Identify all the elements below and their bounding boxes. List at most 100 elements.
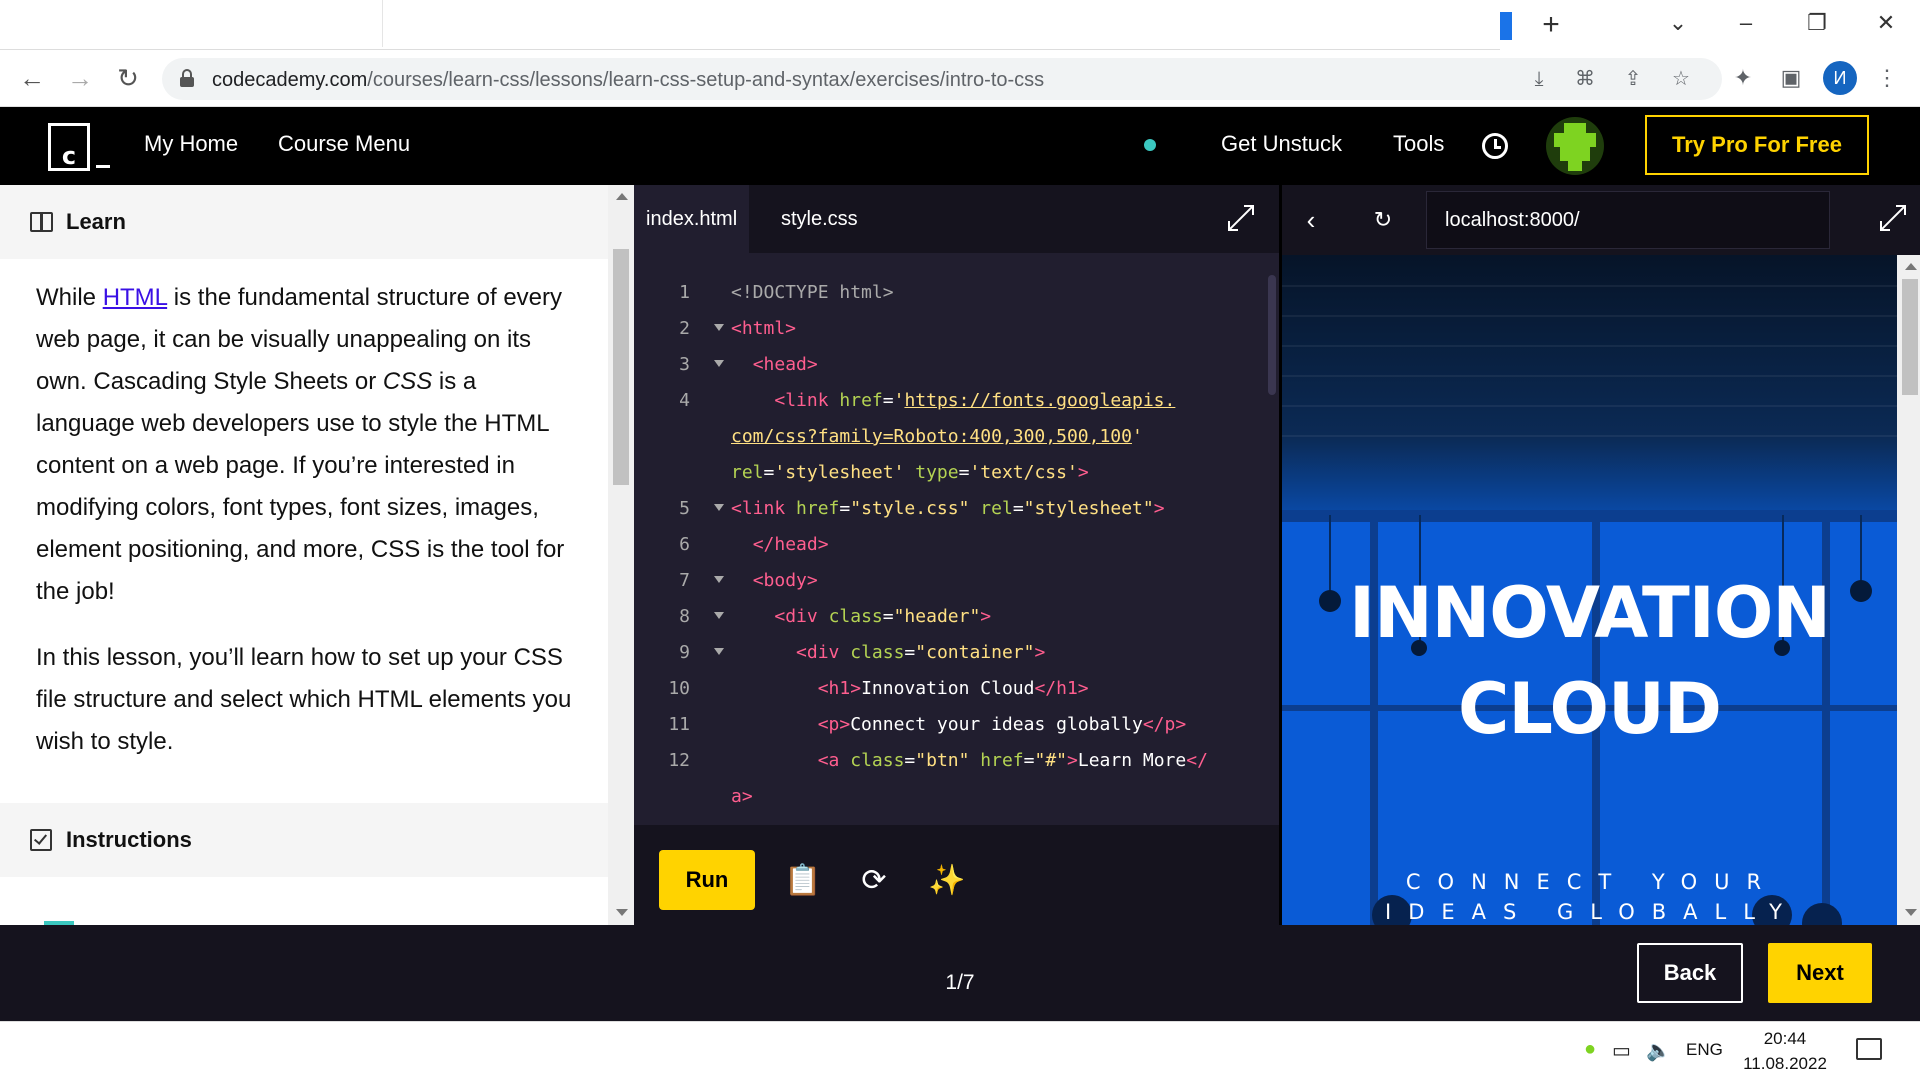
editor-scroll-thumb[interactable] <box>1268 275 1276 395</box>
preview-url-field[interactable]: localhost:8000/ <box>1426 191 1830 249</box>
address-bar[interactable]: codecademy.com/courses/learn-css/lessons… <box>162 58 1722 100</box>
scroll-down-arrow-icon[interactable] <box>1905 909 1917 916</box>
site-header: c My Home Course Menu Get Unstuck Tools … <box>0 107 1920 185</box>
code-line: rel='stylesheet' type='text/css'> <box>731 462 1089 483</box>
code-line: 6 </head> <box>679 534 829 555</box>
lesson-text: While HTML is the fundamental structure … <box>36 277 576 787</box>
code-line: 7 <body> <box>679 570 818 591</box>
translate-icon[interactable]: ⌘ <box>1572 66 1598 92</box>
logo-underscore <box>96 165 110 168</box>
scroll-thumb[interactable] <box>613 249 629 485</box>
back-button[interactable]: Back <box>1637 943 1743 1003</box>
scroll-up-arrow-icon[interactable] <box>1905 263 1917 270</box>
profile-avatar[interactable]: И <box>1823 61 1857 95</box>
checkbox-icon <box>30 829 52 851</box>
reload-icon[interactable]: ↻ <box>112 62 144 94</box>
code-line: 3 <head> <box>679 354 818 375</box>
url-text: codecademy.com/courses/learn-css/lessons… <box>212 69 1045 91</box>
minimize-button[interactable]: – <box>1726 8 1766 38</box>
browser-tabstrip: + ⌄ – ❐ ✕ <box>0 0 1920 50</box>
tab-style-css[interactable]: style.css <box>769 185 870 253</box>
fold-arrow-icon[interactable] <box>714 360 724 367</box>
scroll-thumb[interactable] <box>1902 279 1918 395</box>
preview-scrollbar[interactable] <box>1897 255 1920 925</box>
tray-app-icon[interactable]: ● <box>1584 1038 1596 1061</box>
code-line: 5 <link href="style.css" rel="stylesheet"… <box>679 498 1165 519</box>
fold-arrow-icon[interactable] <box>714 576 724 583</box>
code-line: 4 <link href='https://fonts.googleapis. <box>679 390 1176 411</box>
fold-arrow-icon[interactable] <box>714 324 724 331</box>
language-indicator[interactable]: ENG <box>1686 1040 1723 1060</box>
lesson-paragraph-1: While HTML is the fundamental structure … <box>36 284 565 605</box>
copy-clipboard-icon[interactable]: 📋 <box>784 863 821 899</box>
run-button[interactable]: Run <box>659 850 755 910</box>
hero-background-top <box>1282 255 1897 515</box>
share-icon[interactable]: ⇪ <box>1620 66 1646 92</box>
code-lines[interactable]: 1 <!DOCTYPE html> 2 <html> 3 <head> 4 <lin… <box>634 275 1254 815</box>
code-line: com/css?family=Roboto:400,300,500,100' <box>731 426 1143 447</box>
format-magic-wand-icon[interactable]: ✨ <box>928 863 965 899</box>
alarm-clock-icon[interactable] <box>1478 127 1512 161</box>
browser-toolbar: ← → ↻ codecademy.com/courses/learn-css/l… <box>0 50 1920 107</box>
codecademy-logo[interactable]: c <box>48 123 110 171</box>
preview-back-icon[interactable]: ‹ <box>1296 205 1326 235</box>
browser-menu-icon[interactable]: ⋮ <box>1872 63 1902 93</box>
install-icon[interactable]: ⤓ <box>1526 66 1552 92</box>
code-line: 10 <h1>Innovation Cloud</h1> <box>668 678 1089 699</box>
editor-toolbar: Run 📋 ⟳ ✨ <box>634 825 1279 925</box>
code-line: 9 <div class="container"> <box>679 642 1046 663</box>
back-arrow-icon[interactable]: ← <box>16 62 48 94</box>
code-line: 8 <div class="header"> <box>679 606 992 627</box>
expand-preview-icon[interactable] <box>1880 205 1906 231</box>
scroll-down-arrow-icon[interactable] <box>616 909 628 916</box>
system-clock[interactable]: 20:44 11.08.2022 <box>1740 1026 1830 1076</box>
preview-page: INNOVATION CLOUD CONNECT YOUR IDEAS GLOBA… <box>1282 255 1897 925</box>
code-line: 2 <html> <box>679 318 797 339</box>
reset-refresh-icon[interactable]: ⟳ <box>856 863 892 899</box>
forward-arrow-icon[interactable]: → <box>64 62 96 94</box>
my-home-link[interactable]: My Home <box>144 131 238 157</box>
tab-index-html[interactable]: index.html <box>634 185 750 253</box>
html-link[interactable]: HTML <box>103 284 167 311</box>
expand-editor-icon[interactable] <box>1228 205 1254 231</box>
browser-tab[interactable] <box>382 0 1502 47</box>
code-line: 11 <p>Connect your ideas globally</p> <box>668 714 1187 735</box>
course-menu-link[interactable]: Course Menu <box>278 131 410 157</box>
scroll-up-arrow-icon[interactable] <box>616 193 628 200</box>
code-line: 1 <!DOCTYPE html> <box>679 282 894 303</box>
code-line: a> <box>731 786 753 807</box>
new-tab-button[interactable]: + <box>1536 10 1566 40</box>
learn-header[interactable]: Learn <box>0 185 608 259</box>
fold-arrow-icon[interactable] <box>714 612 724 619</box>
side-panel-icon[interactable]: ▣ <box>1776 63 1806 93</box>
try-pro-button[interactable]: Try Pro For Free <box>1645 115 1869 175</box>
fold-arrow-icon[interactable] <box>714 648 724 655</box>
preview-refresh-icon[interactable]: ↻ <box>1368 205 1398 235</box>
get-unstuck-link[interactable]: Get Unstuck <box>1221 131 1342 157</box>
preview-toolbar: ‹ ↻ localhost:8000/ <box>1282 185 1920 255</box>
instructions-title: Instructions <box>66 827 192 852</box>
os-taskbar: ● ▭ 🔈 ENG 20:44 11.08.2022 <box>0 1021 1920 1080</box>
restore-button[interactable]: ❐ <box>1797 8 1837 38</box>
book-icon <box>30 212 54 232</box>
tab-search-chevron-icon[interactable]: ⌄ <box>1658 8 1698 38</box>
lesson-footer: 1/7 Back Next <box>0 925 1920 1021</box>
bookmark-star-icon[interactable]: ☆ <box>1668 66 1694 92</box>
volume-icon[interactable]: 🔈 <box>1646 1038 1671 1063</box>
instructions-header[interactable]: Instructions <box>0 803 608 877</box>
lesson-paragraph-2: In this lesson, you’ll learn how to set … <box>36 644 572 755</box>
learn-title: Learn <box>66 209 126 234</box>
code-editor: index.html style.css 1 <!DOCTYPE html> 2 <… <box>634 185 1279 925</box>
tools-link[interactable]: Tools <box>1393 131 1444 157</box>
learn-scrollbar[interactable] <box>608 185 634 925</box>
code-line: 12 <a class="btn" href="#">Learn More</ <box>668 750 1208 771</box>
learn-panel: Learn While HTML is the fundamental stru… <box>0 185 634 925</box>
next-button[interactable]: Next <box>1768 943 1872 1003</box>
battery-icon[interactable]: ▭ <box>1612 1038 1631 1063</box>
extensions-puzzle-icon[interactable]: ✦ <box>1728 63 1758 93</box>
user-avatar[interactable] <box>1546 117 1604 175</box>
close-window-button[interactable]: ✕ <box>1866 8 1906 38</box>
fold-arrow-icon[interactable] <box>714 504 724 511</box>
hero-title: INNOVATION CLOUD <box>1349 572 1831 750</box>
notification-center-icon[interactable] <box>1856 1038 1882 1060</box>
